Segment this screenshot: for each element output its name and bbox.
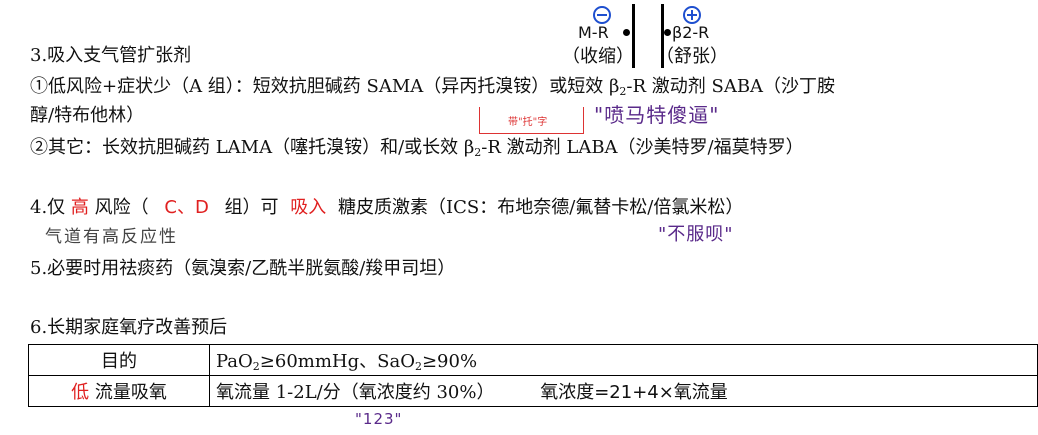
s4-part2: 风险（ bbox=[94, 197, 149, 218]
section3-item2: ②其它：长效抗胆碱药 LAMA（噻托溴铵）和/或长效 β2-R 激动剂 LABA… bbox=[30, 137, 804, 159]
section3-heading: 3.吸入支气管扩张剂 bbox=[30, 45, 192, 66]
item2-text-b: -R 激动剂 LABA（沙美特罗/福莫特罗） bbox=[481, 137, 804, 158]
sao2-text: ≥60mmHg、SaO bbox=[259, 351, 415, 372]
low-flow-text: 流量吸氧 bbox=[94, 382, 167, 403]
dot-icon bbox=[664, 29, 671, 36]
concentration-formula: 氧浓度=21+4×氧流量 bbox=[540, 382, 728, 403]
purpose-value: PaO2≥60mmHg、SaO2≥90% bbox=[209, 344, 1038, 376]
section3-item1-line1: ①低风险+症状少（A 组）：短效抗胆碱药 SAMA（异丙托溴铵）或短效 β2-R… bbox=[30, 76, 836, 98]
section6-heading: 6.长期家庭氧疗改善预后 bbox=[30, 317, 228, 338]
m-receptor-label: M-R bbox=[578, 23, 609, 42]
item1-text-b: -R 激动剂 SABA（沙丁胺 bbox=[626, 76, 836, 97]
subscript: 2 bbox=[414, 360, 422, 373]
oxygen-therapy-table: 目的 PaO2≥60mmHg、SaO2≥90% 低 流量吸氧 氧流量 1-2L/… bbox=[28, 344, 1038, 407]
pao2-text: PaO bbox=[216, 351, 253, 372]
relaxation-label: （舒张） bbox=[656, 46, 728, 67]
minus-sign-icon bbox=[593, 6, 611, 24]
section3-item1-line2: 醇/特布他林） bbox=[30, 105, 145, 126]
beta2-receptor-label: β2-R bbox=[672, 23, 710, 42]
s4-part4: 糖皮质激素（ICS：布地奈德/氟替卡松/倍氯米松） bbox=[338, 197, 744, 218]
table-row: 目的 PaO2≥60mmHg、SaO2≥90% bbox=[28, 344, 1038, 376]
tuo-bracket-label: 带"托"字 bbox=[508, 117, 548, 128]
item1-text-a: ①低风险+症状少（A 组）：短效抗胆碱药 SAMA（异丙托溴铵）或短效 β bbox=[30, 76, 620, 97]
item2-text-a: ②其它：长效抗胆碱药 LAMA（噻托溴铵）和/或长效 β bbox=[30, 137, 475, 158]
s4-groups: C、D bbox=[164, 197, 209, 218]
low-flow-label: 低 流量吸氧 bbox=[28, 375, 210, 407]
plus-sign-icon bbox=[683, 6, 701, 24]
s4-inhale: 吸入 bbox=[290, 197, 327, 218]
contraction-label: （收缩） bbox=[562, 46, 634, 67]
s4-part1: 4.仅 bbox=[30, 197, 66, 218]
low-highlight: 低 bbox=[71, 382, 90, 403]
section4-mnemonic: "不服呗" bbox=[658, 224, 734, 245]
section5-line: 5.必要时用祛痰药（氨溴索/乙酰半胱氨酸/羧甲司坦） bbox=[30, 258, 456, 279]
s4-part3: 组）可 bbox=[224, 197, 279, 218]
subscript: 2 bbox=[252, 360, 260, 373]
flow-rate-text: 氧流量 1-2L/分（氧浓度约 30%） bbox=[216, 382, 495, 403]
purpose-label: 目的 bbox=[28, 344, 210, 376]
low-flow-value: 氧流量 1-2L/分（氧浓度约 30%） 氧浓度=21+4×氧流量 bbox=[209, 375, 1038, 407]
section3-mnemonic: "喷马特傻逼" bbox=[594, 103, 720, 127]
s4-high-risk: 高 bbox=[70, 197, 89, 218]
tuo-bracket: 带"托"字 bbox=[479, 107, 584, 134]
table-row: 低 流量吸氧 氧流量 1-2L/分（氧浓度约 30%） 氧浓度=21+4×氧流量 bbox=[28, 375, 1038, 407]
section4-note: 气道有高反应性 bbox=[45, 227, 178, 247]
section6-note-123: "123" bbox=[355, 410, 403, 428]
sao2-target: ≥90% bbox=[421, 351, 478, 372]
dot-icon bbox=[623, 29, 630, 36]
section4-line: 4.仅 高 风险（ C、D 组）可 吸入 糖皮质激素（ICS：布地奈德/氟替卡松… bbox=[30, 199, 743, 217]
